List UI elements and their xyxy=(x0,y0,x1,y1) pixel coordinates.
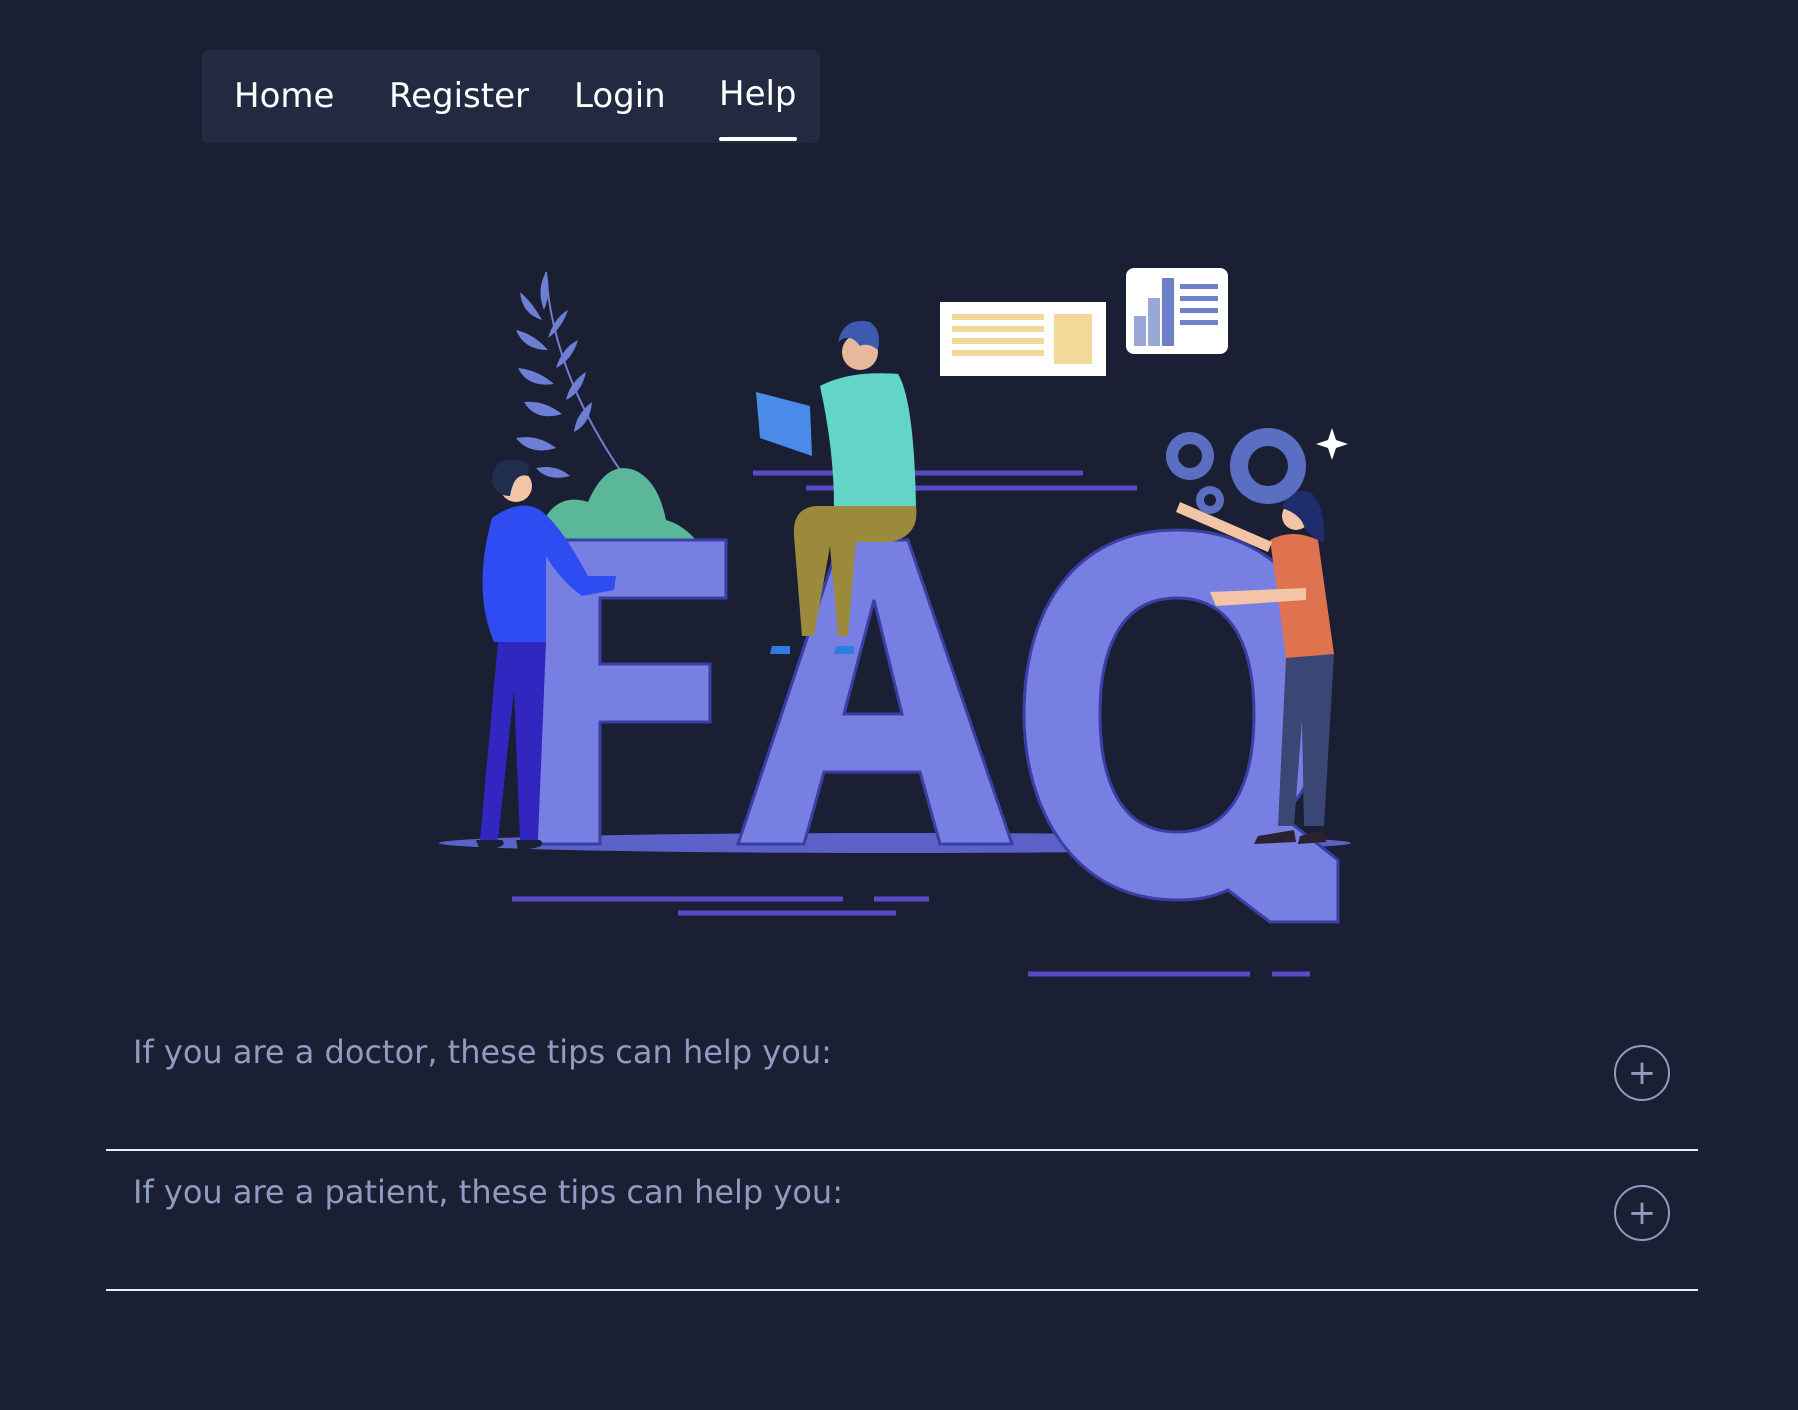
faq-accordion: If you are a doctor, these tips can help… xyxy=(106,1011,1698,1291)
help-page: Home Register Login Help If you are a do… xyxy=(0,0,1798,1410)
nav-help-link[interactable]: Help xyxy=(719,48,797,141)
nav-register-link[interactable]: Register xyxy=(389,50,529,143)
faq-item-doctor[interactable]: If you are a doctor, these tips can help… xyxy=(106,1011,1698,1151)
faq-question-doctor: If you are a doctor, these tips can help… xyxy=(133,1033,832,1071)
faq-illustration xyxy=(420,250,1380,990)
plant-leaves xyxy=(516,272,592,478)
top-navigation: Home Register Login Help xyxy=(202,50,820,143)
plus-icon[interactable]: + xyxy=(1614,1045,1670,1101)
faq-question-patient: If you are a patient, these tips can hel… xyxy=(133,1173,843,1211)
bush xyxy=(536,468,698,542)
nav-home-link[interactable]: Home xyxy=(234,50,334,143)
letter-f xyxy=(528,538,728,846)
plus-icon[interactable]: + xyxy=(1614,1185,1670,1241)
sparkle-icon xyxy=(1316,428,1348,460)
letter-a xyxy=(735,538,1015,846)
chart-card xyxy=(1126,268,1228,354)
faq-item-patient[interactable]: If you are a patient, these tips can hel… xyxy=(106,1151,1698,1291)
nav-login-link[interactable]: Login xyxy=(574,50,666,143)
document-card xyxy=(940,302,1106,376)
